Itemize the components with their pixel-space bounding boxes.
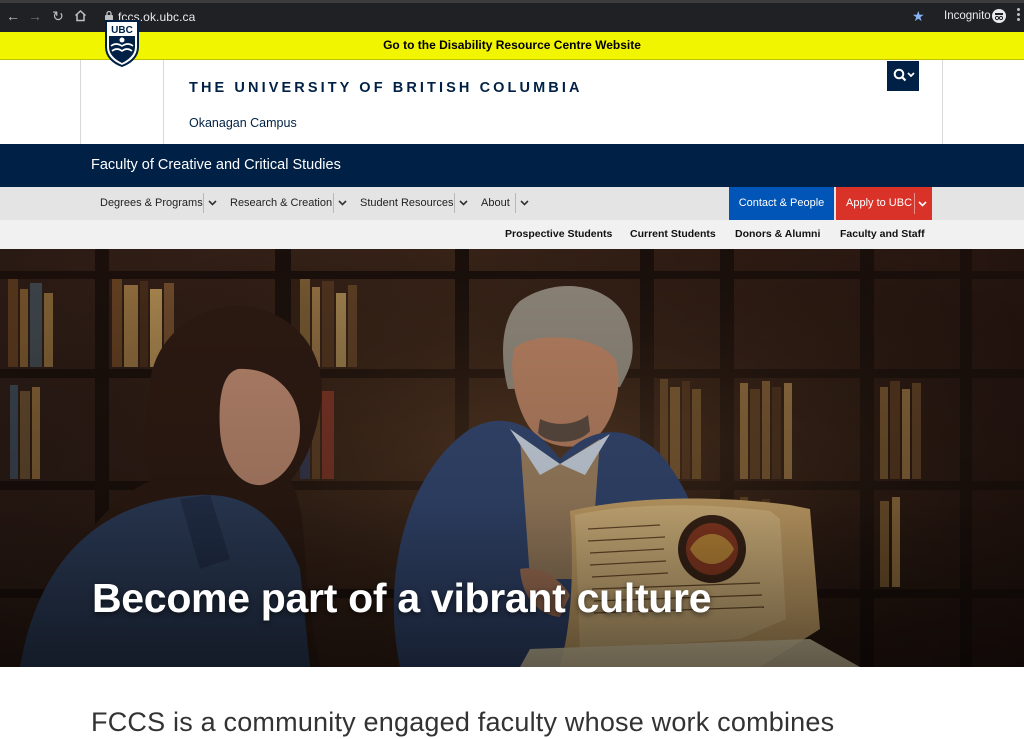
chevron-down-icon[interactable]	[459, 198, 468, 207]
nav-item-degrees-programs[interactable]: Degrees & Programs	[100, 187, 203, 220]
chevron-down-icon[interactable]	[208, 198, 217, 207]
main-nav: Degrees & Programs Research & Creation S…	[0, 187, 1024, 220]
nav-item-about[interactable]: About	[481, 187, 510, 220]
chevron-down-icon[interactable]	[520, 198, 529, 207]
header-frame	[80, 60, 943, 144]
search-icon	[893, 68, 915, 82]
hero-banner: Become part of a vibrant culture	[0, 249, 1024, 667]
nav-separator	[203, 193, 204, 213]
apply-to-ubc-button[interactable]: Apply to UBC	[836, 187, 932, 220]
aud-item-current-students[interactable]: Current Students	[630, 220, 716, 249]
tab-strip-edge	[0, 0, 1024, 3]
crest-cell[interactable]	[80, 60, 164, 144]
home-icon[interactable]	[72, 8, 88, 24]
contact-people-button[interactable]: Contact & People	[729, 187, 834, 220]
nav-item-research-creation[interactable]: Research & Creation	[230, 187, 332, 220]
chevron-down-icon[interactable]	[918, 199, 927, 208]
disability-banner: Go to the Disability Resource Centre Web…	[0, 32, 1024, 60]
star-icon[interactable]: ★	[912, 9, 925, 23]
apply-separator	[914, 193, 915, 214]
aud-item-donors-alumni[interactable]: Donors & Alumni	[735, 220, 820, 249]
chevron-down-icon[interactable]	[338, 198, 347, 207]
faculty-title[interactable]: Faculty of Creative and Critical Studies	[91, 157, 341, 173]
hero-title: Become part of a vibrant culture	[92, 575, 712, 621]
forward-arrow-icon[interactable]: →	[27, 8, 43, 24]
audience-nav: Prospective Students Current Students Do…	[0, 220, 1024, 249]
nav-separator	[454, 193, 455, 213]
apply-label: Apply to UBC	[846, 197, 913, 209]
campus-name[interactable]: Okanagan Campus	[189, 116, 297, 130]
reload-icon[interactable]: ↻	[50, 8, 66, 24]
nav-item-student-resources[interactable]: Student Resources	[360, 187, 454, 220]
nav-separator	[333, 193, 334, 213]
incognito-label: Incognito	[944, 10, 991, 22]
search-toggle-button[interactable]	[887, 61, 919, 91]
nav-separator	[515, 193, 516, 213]
aud-item-prospective-students[interactable]: Prospective Students	[505, 220, 612, 249]
aud-item-faculty-staff[interactable]: Faculty and Staff	[840, 220, 925, 249]
browser-toolbar: ← → ↻ fccs.ok.ubc.ca ★ Incognito	[0, 0, 1024, 32]
incognito-icon[interactable]	[992, 9, 1006, 23]
disability-resource-link[interactable]: Go to the Disability Resource Centre Web…	[383, 38, 641, 52]
faculty-bar: Faculty of Creative and Critical Studies	[0, 144, 1024, 187]
address-bar[interactable]: fccs.ok.ubc.ca	[96, 6, 914, 28]
intro-text: FCCS is a community engaged faculty whos…	[91, 707, 835, 737]
back-arrow-icon[interactable]: ←	[5, 8, 21, 24]
ubc-crest-logo[interactable]: UBC	[104, 19, 140, 67]
crest-text: UBC	[111, 25, 133, 36]
ubc-header	[0, 60, 1024, 144]
more-vert-icon[interactable]	[1017, 8, 1021, 24]
university-name[interactable]: THE UNIVERSITY OF BRITISH COLUMBIA	[189, 80, 583, 96]
